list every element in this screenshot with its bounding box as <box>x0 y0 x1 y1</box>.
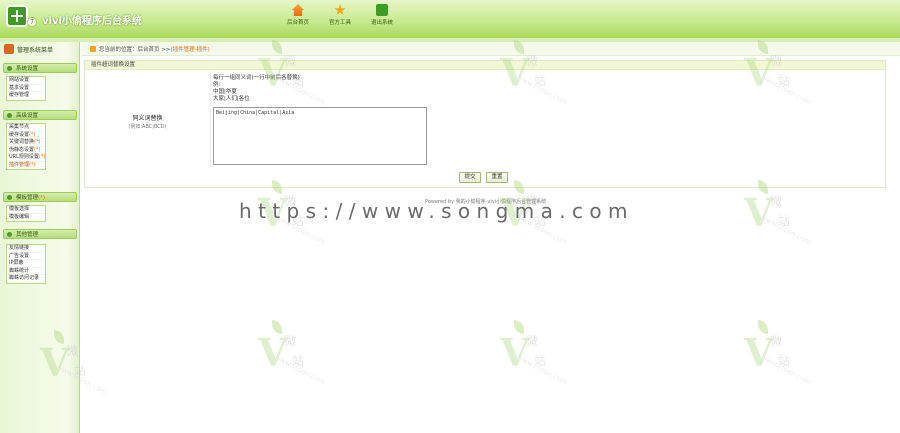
watermark-logo: V 微 站 www.vtoon.com <box>500 40 568 107</box>
watermark-char: 微 <box>284 54 297 68</box>
watermark-logo: V 微 站 www.vtoon.com <box>500 320 568 387</box>
sidebar-item-site-settings[interactable]: 网站设置 <box>7 77 45 85</box>
menu-icon <box>4 44 14 54</box>
sidebar-list-templates: 模板选择 模板编辑 <box>6 205 46 222</box>
nav-home[interactable]: 后台首页 <box>282 4 314 26</box>
star-icon <box>334 4 346 15</box>
sidebar-item-rewrite[interactable]: 伪静态设置(*) <box>7 146 45 154</box>
field-label-sub: (例如:ABC|BCD) <box>128 124 167 130</box>
watermark-char: 微 <box>770 54 783 68</box>
sidebar-item-keyword-replace[interactable]: 关键词替换(*) <box>7 139 45 147</box>
watermark-logo: V 微 站 www.vtoon.com <box>40 330 108 397</box>
watermark-logo: V 微 站 www.vtoon.com <box>744 320 812 387</box>
logo-badge: 7 <box>27 17 37 27</box>
sidebar-group-label: 模板管理 <box>16 195 39 201</box>
sidebar-list-other: 友情链接 广告设置 IP屏蔽 蜘蛛统计 蜘蛛访问记录 <box>6 244 46 284</box>
field-label-text: 同义词替换 <box>132 115 163 122</box>
rss-icon <box>376 4 388 16</box>
sidebar-item-collect-nodes[interactable]: 采集节点 <box>7 124 45 132</box>
sidebar-item-basic-settings[interactable]: 基本设置 <box>7 85 45 92</box>
new-mark: (*) <box>34 146 41 153</box>
watermark-logo: V 微 站 www.vtoon.com <box>744 180 812 247</box>
sidebar-item-label: 关键词替换 <box>9 139 35 145</box>
sidebar-item-spider-stats[interactable]: 蜘蛛统计 <box>7 268 45 275</box>
field-label: 同义词替换 (例如:ABC|BCD) <box>85 71 211 167</box>
sidebar-item-cache-manage[interactable]: 缓存管理 <box>7 92 45 100</box>
new-mark: (*) <box>29 161 36 168</box>
top-nav: 后台首页 官方工具 退出系统 <box>282 4 398 26</box>
new-mark: (*) <box>38 195 46 201</box>
watermark-char: 微 <box>770 334 783 348</box>
watermark-char: 微 <box>526 334 539 348</box>
sidebar-group-label: 系统设置 <box>16 66 39 72</box>
sidebar-list-system: 网站设置 基本设置 缓存管理 <box>6 76 46 101</box>
breadcrumb-current[interactable]: (插件管理-插件) <box>170 47 209 53</box>
watermark-logo: V 微 站 www.vtoon.com <box>258 320 326 387</box>
sidebar-item-plugins[interactable]: 插件管理(*) <box>7 162 45 170</box>
sidebar-title: 管理系统菜单 <box>4 44 53 54</box>
watermark-char: 微 <box>770 194 783 208</box>
new-mark: (*) <box>38 154 46 160</box>
sidebar-item-label: 插件管理 <box>9 161 30 168</box>
nav-logout[interactable]: 退出系统 <box>366 4 398 26</box>
submit-button[interactable]: 提交 <box>459 172 481 183</box>
watermark-logo: V 微 站 www.vtoon.com <box>258 40 326 107</box>
breadcrumb-text: 您当前的位置：后台首页 >>(插件管理-插件) <box>99 45 210 53</box>
synonyms-textarea[interactable]: Beijing|China|Capital|Asia <box>213 107 427 165</box>
new-mark: (*) <box>34 139 41 145</box>
nav-home-label: 后台首页 <box>286 20 309 26</box>
header: 7 vivi小偷程序后台系统 后台首页 官方工具 退出系统 <box>0 0 900 38</box>
sidebar-item-label: 缓存设置 <box>9 131 30 138</box>
sidebar-group-advanced[interactable]: 高级设置 <box>3 110 77 120</box>
nav-official-tools[interactable]: 官方工具 <box>324 4 356 26</box>
new-mark: (*) <box>29 131 36 138</box>
sidebar-item-url-rules[interactable]: URL规则设置(*) <box>7 154 45 162</box>
home-icon <box>292 4 304 16</box>
sidebar-item-ip-block[interactable]: IP屏蔽 <box>7 260 45 268</box>
home-small-icon <box>90 46 96 52</box>
app-title: vivi小偷程序后台系统 <box>42 16 142 27</box>
nav-official-tools-label: 官方工具 <box>328 20 351 26</box>
sidebar-group-label: 高级设置 <box>16 113 39 119</box>
sidebar-title-label: 管理系统菜单 <box>17 46 54 54</box>
watermark-url: https://www.songma.com <box>239 199 634 223</box>
sidebar-item-label: 伪静态设置 <box>9 146 35 153</box>
watermark-char: 微 <box>284 334 297 348</box>
watermark-char: 微 <box>66 344 79 358</box>
sidebar-group-system[interactable]: 系统设置 <box>3 63 77 73</box>
logo-plus-icon <box>6 5 28 27</box>
sidebar-item-cache-config[interactable]: 缓存设置(*) <box>7 131 45 139</box>
sidebar-item-ads[interactable]: 广告设置 <box>7 253 45 260</box>
breadcrumb-prefix: 您当前的位置：后台首页 >> <box>99 47 171 53</box>
sidebar-group-other[interactable]: 其他管理 <box>3 229 77 239</box>
watermark-logo: V 微 站 www.vtoon.com <box>744 40 812 107</box>
admin-app: 7 vivi小偷程序后台系统 后台首页 官方工具 退出系统 管理系统菜单 系统设… <box>0 0 900 433</box>
sidebar-group-label: 其他管理 <box>16 232 39 238</box>
sidebar-item-label: URL规则设置 <box>9 154 39 160</box>
sidebar-item-spider-log[interactable]: 蜘蛛访问记录 <box>7 275 45 283</box>
nav-logout-label: 退出系统 <box>370 20 393 26</box>
sidebar-group-templates[interactable]: 模板管理(*) <box>3 192 77 202</box>
sidebar-item-template-edit[interactable]: 模板编辑 <box>7 214 45 222</box>
sidebar-list-advanced: 采集节点 缓存设置(*) 关键词替换(*) 伪静态设置(*) URL规则设置(*… <box>6 123 46 170</box>
sidebar-item-friend-links[interactable]: 友情链接 <box>7 245 45 253</box>
sidebar-item-template-select[interactable]: 模板选择 <box>7 206 45 214</box>
watermark-char: 微 <box>526 54 539 68</box>
